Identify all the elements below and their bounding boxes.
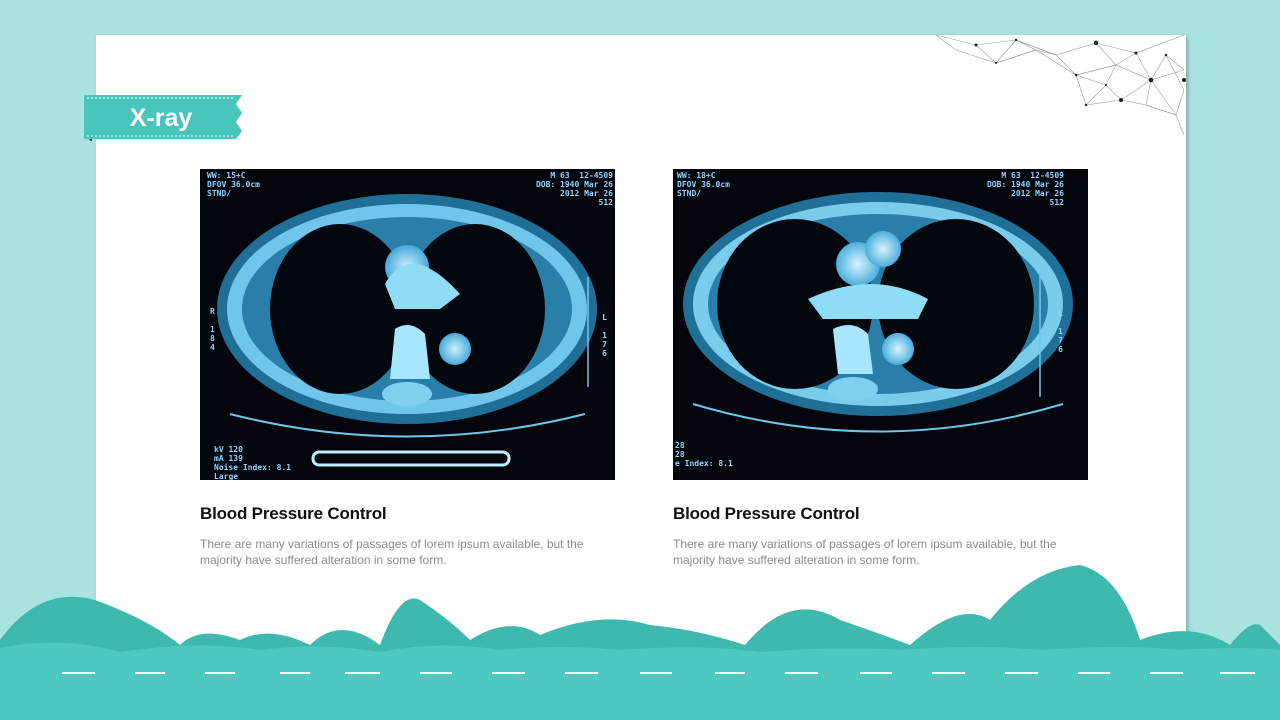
card-1: WW: 15+C DFOV 36.0cm STND/ M 63 12-4509 … — [200, 169, 615, 568]
network-decoration — [936, 35, 1186, 136]
scan-text-top-left: WW: 18+C DFOV 36.0cm STND/ — [677, 171, 730, 198]
card-2: WW: 18+C DFOV 36.0cm STND/ M 63 12-4509 … — [673, 169, 1088, 568]
scan-text-right: L 1 7 6 — [1058, 309, 1063, 354]
scan-text-bottom-left: 28 28 e Index: 8.1 — [675, 441, 733, 468]
scan-text-bottom-left: kV 120 mA 139 Noise Index: 8.1 Large — [214, 445, 292, 480]
card-title: Blood Pressure Control — [200, 504, 387, 523]
ct-scan-image: WW: 18+C DFOV 36.0cm STND/ M 63 12-4509 … — [673, 169, 1088, 480]
section-title: X-ray — [129, 103, 193, 132]
scan-text-top-right: M 63 12-4509 DOB: 1940 Mar 26 2012 Mar 2… — [986, 171, 1064, 207]
scan-text-right: L 1 7 6 — [602, 313, 607, 358]
card-title: Blood Pressure Control — [673, 504, 860, 523]
ct-scan-image: WW: 15+C DFOV 36.0cm STND/ M 63 12-4509 … — [200, 169, 615, 480]
hills-decoration — [0, 565, 1280, 720]
scan-text-top-left: WW: 15+C DFOV 36.0cm STND/ — [207, 171, 260, 198]
scan-text-top-right: M 63 12-4509 DOB: 1940 Mar 26 2012 Mar 2… — [535, 171, 613, 207]
scan-text-left: R 1 8 4 — [210, 307, 215, 352]
